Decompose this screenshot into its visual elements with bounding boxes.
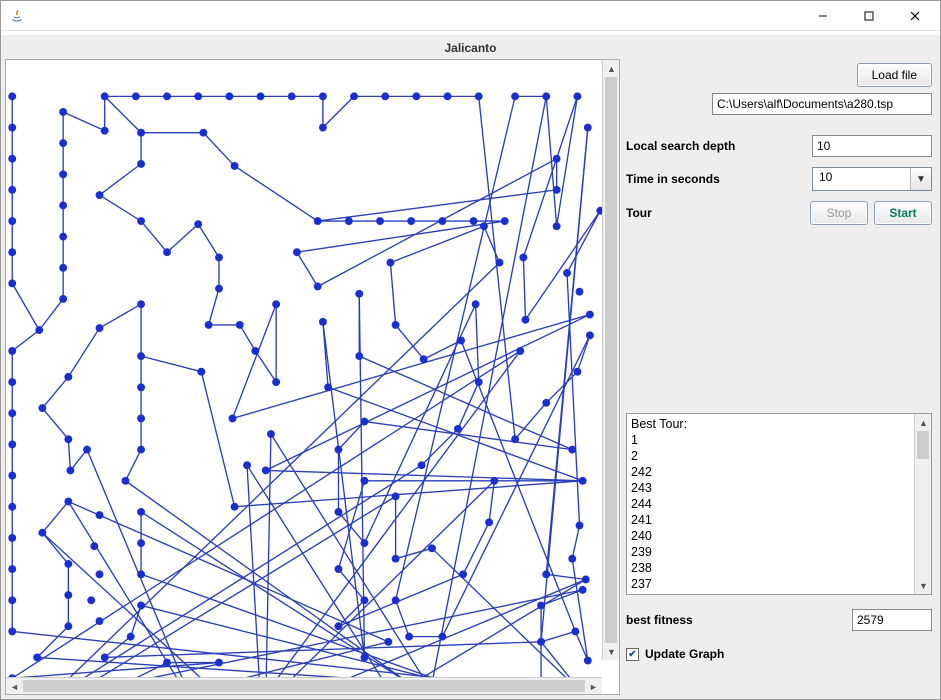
search-depth-label: Local search depth	[626, 139, 796, 153]
scroll-thumb[interactable]	[917, 431, 929, 459]
scroll-right-icon[interactable]: ►	[585, 678, 602, 695]
scroll-thumb-vertical[interactable]	[605, 77, 617, 643]
stop-button[interactable]: Stop	[810, 201, 868, 225]
file-path-field[interactable]	[712, 93, 932, 115]
graph-scrollbar-horizontal[interactable]: ◄ ►	[6, 677, 602, 694]
java-icon	[9, 8, 25, 24]
client-area: Jalicanto ▲ ▼ ◄ ►	[1, 35, 940, 699]
update-graph-label: Update Graph	[645, 647, 724, 661]
scroll-thumb-horizontal[interactable]	[23, 680, 585, 692]
page-title: Jalicanto	[5, 39, 936, 59]
side-panel: Load file Local search depth Time in sec…	[626, 59, 936, 695]
titlebar	[1, 1, 940, 31]
scroll-up-icon[interactable]: ▲	[603, 60, 619, 77]
time-label: Time in seconds	[626, 172, 796, 186]
close-button[interactable]	[892, 1, 938, 31]
best-fitness-field[interactable]	[852, 609, 932, 631]
content-split: ▲ ▼ ◄ ► Load file	[5, 59, 936, 695]
best-fitness-label: best fitness	[626, 613, 796, 627]
scroll-left-icon[interactable]: ◄	[6, 678, 23, 695]
chevron-down-icon[interactable]: ▼	[911, 168, 931, 190]
update-graph-checkbox[interactable]: ✔	[626, 648, 639, 661]
scroll-up-icon[interactable]: ▲	[915, 414, 932, 431]
tour-label: Tour	[626, 206, 796, 220]
minimize-button[interactable]	[800, 1, 846, 31]
maximize-button[interactable]	[846, 1, 892, 31]
tour-text-content: Best Tour: 1 2 242 243 244 241 240 239 2…	[627, 414, 914, 594]
start-button[interactable]: Start	[874, 201, 932, 225]
tour-scrollbar[interactable]: ▲ ▼	[914, 414, 931, 594]
time-combo-value: 10	[813, 168, 911, 190]
time-combo[interactable]: 10 ▼	[812, 167, 932, 191]
scroll-down-icon[interactable]: ▼	[915, 577, 932, 594]
graph-viewport[interactable]: ▲ ▼	[6, 60, 619, 677]
load-file-button[interactable]: Load file	[857, 63, 932, 87]
graph-scrollbar-vertical[interactable]: ▲ ▼	[602, 60, 619, 660]
scroll-down-icon[interactable]: ▼	[603, 643, 619, 660]
graph-panel: ▲ ▼ ◄ ►	[5, 59, 620, 695]
app-window: Jalicanto ▲ ▼ ◄ ►	[0, 0, 941, 700]
search-depth-field[interactable]	[812, 135, 932, 157]
tour-textarea[interactable]: Best Tour: 1 2 242 243 244 241 240 239 2…	[626, 413, 932, 595]
